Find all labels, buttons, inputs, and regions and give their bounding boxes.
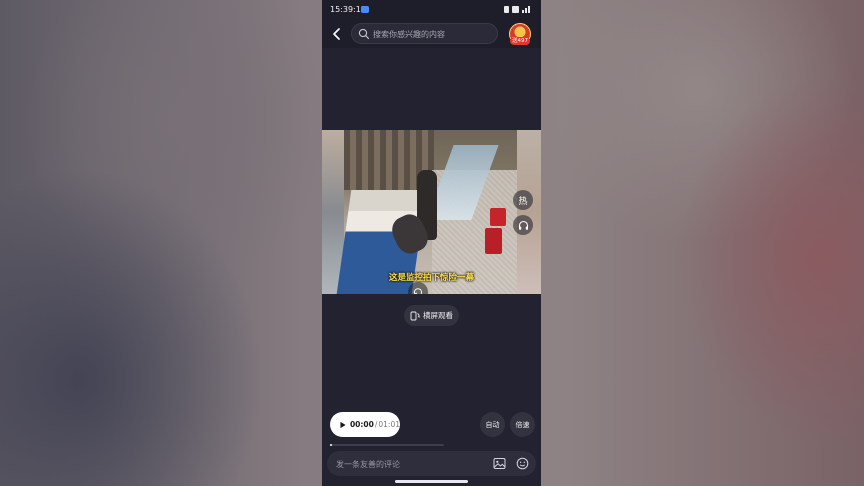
status-bar: 15:39:15 (322, 0, 541, 20)
vibrate-icon (504, 6, 509, 13)
image-icon[interactable] (493, 457, 506, 470)
comment-input[interactable]: 发一条友善的评论 (327, 451, 536, 476)
back-icon[interactable] (332, 28, 342, 40)
auto-label: 自动 (485, 420, 500, 429)
video-player[interactable]: 这是监控拍下惊险一幕 热 (322, 130, 541, 294)
landscape-icon (410, 311, 420, 320)
comment-placeholder: 发一条友善的评论 (336, 460, 400, 469)
time-separator: / (374, 420, 378, 429)
landscape-button[interactable]: 横屏观看 (404, 305, 459, 326)
hot-button[interactable]: 热 (513, 190, 533, 210)
play-icon[interactable] (339, 419, 346, 431)
listen-button[interactable] (513, 215, 533, 235)
video-stool (485, 228, 502, 254)
top-bar: 搜索你感兴趣的内容 送497 (322, 20, 541, 48)
status-icons (504, 6, 531, 13)
headphone-icon (518, 220, 528, 230)
hot-label: 热 (518, 196, 528, 207)
landscape-label: 横屏观看 (423, 311, 453, 320)
emoji-icon[interactable] (516, 457, 529, 470)
replay-icon (413, 288, 422, 294)
progress-fill (330, 444, 333, 446)
speed-label: 倍速 (515, 420, 530, 429)
speed-button[interactable]: 倍速 (510, 412, 535, 437)
video-side-blur-right (517, 130, 541, 294)
sim-icon (512, 6, 519, 13)
current-time: 00:00 (349, 420, 374, 429)
phone-screen: 15:39:15 搜索你感兴趣的内容 送497 这是监控拍下惊险一幕 热 横屏观… (322, 0, 541, 486)
search-input[interactable]: 搜索你感兴趣的内容 (351, 23, 498, 44)
video-stool (490, 208, 506, 226)
notification-icon (361, 6, 369, 13)
playback-control[interactable]: 00:00 / 01:01 (330, 412, 400, 437)
home-indicator[interactable] (395, 480, 468, 483)
video-subtitle: 这是监控拍下惊险一幕 (388, 273, 474, 283)
avatar-badge: 送497 (510, 37, 530, 45)
search-placeholder: 搜索你感兴趣的内容 (373, 30, 445, 39)
signal-icon (522, 6, 531, 13)
search-icon (358, 28, 370, 40)
total-time: 01:01 (378, 420, 400, 429)
progress-bar[interactable] (330, 444, 444, 446)
auto-button[interactable]: 自动 (480, 412, 505, 437)
